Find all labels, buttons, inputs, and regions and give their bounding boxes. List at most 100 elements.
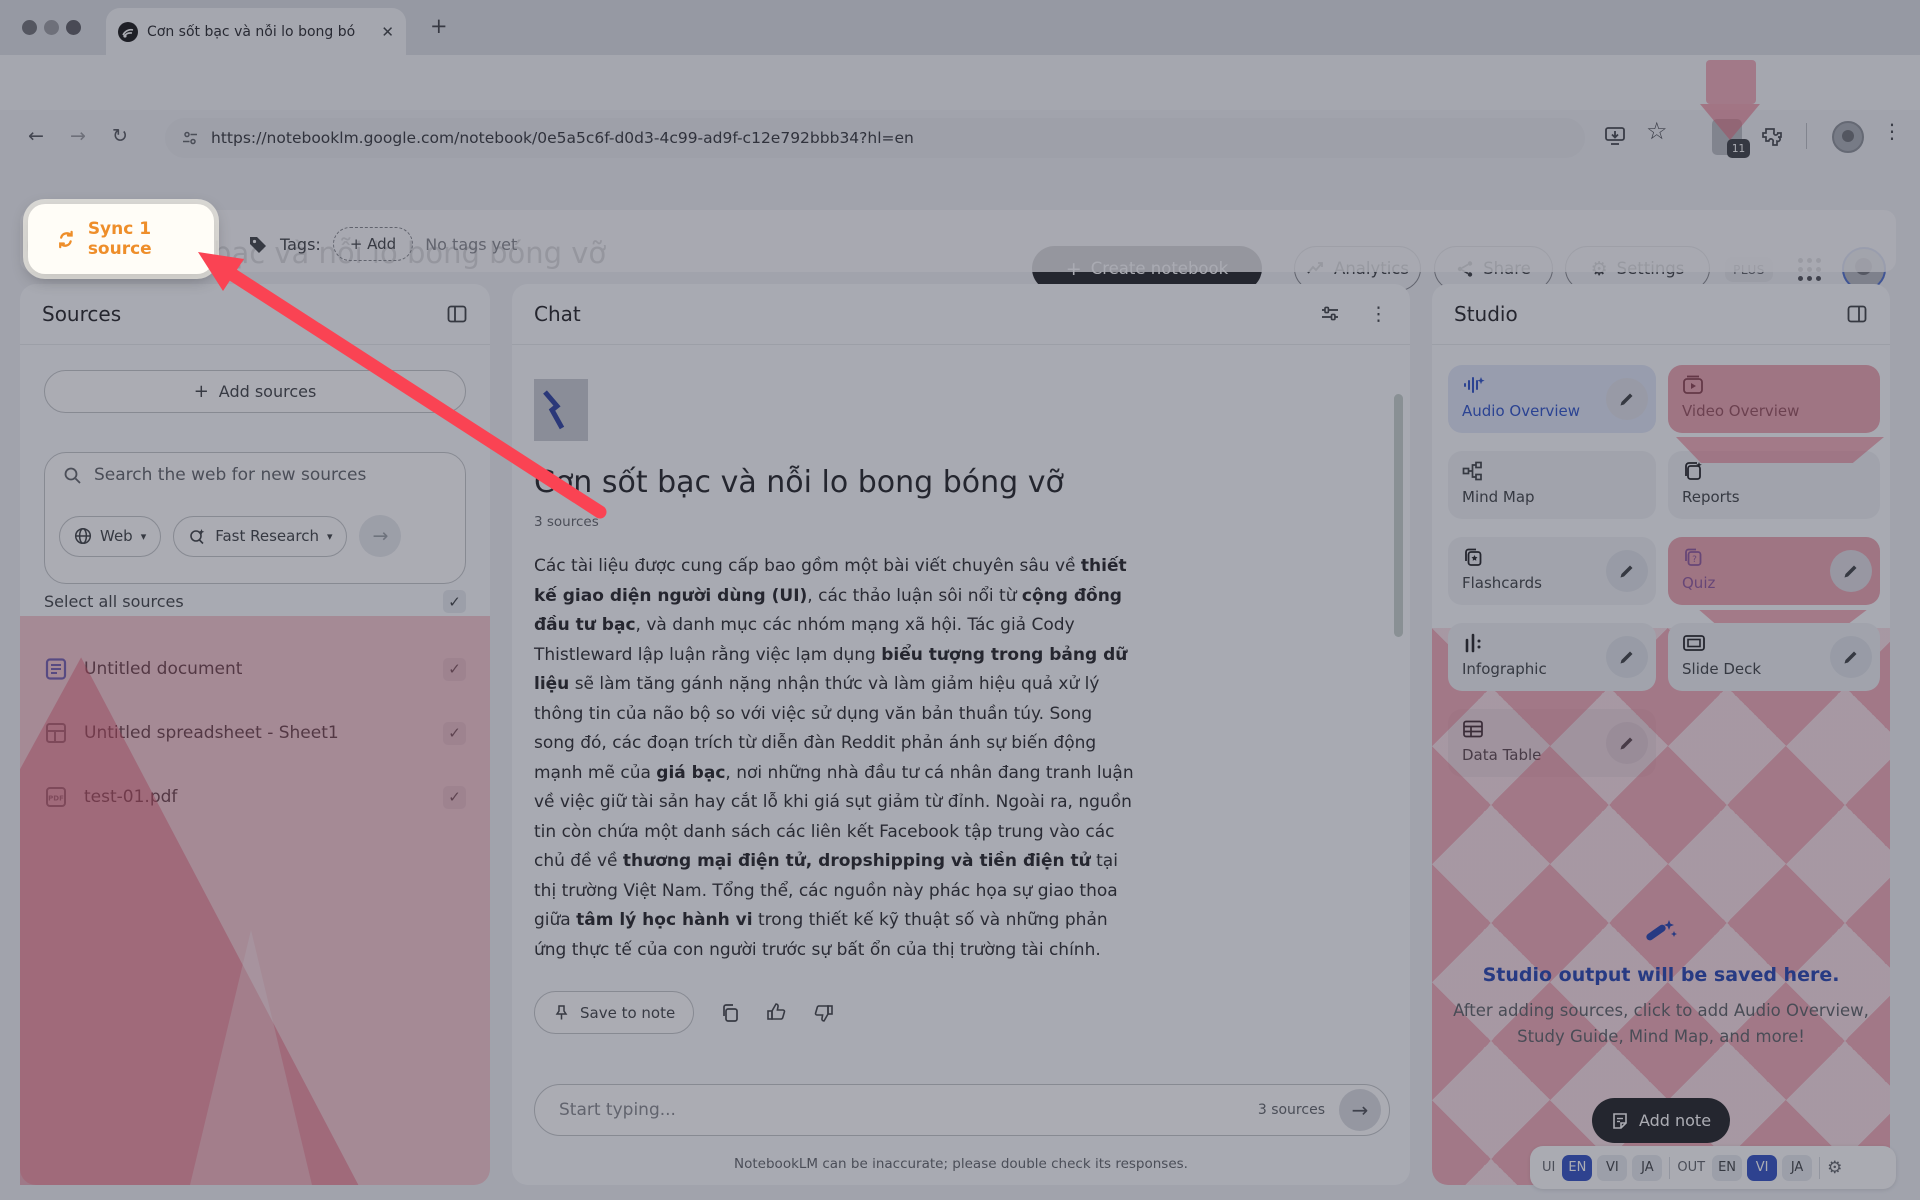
fast-research-icon (188, 527, 207, 546)
source-row[interactable]: Untitled document ✓ (44, 646, 466, 692)
tag-icon (248, 234, 268, 254)
note-source-count: 3 sources (534, 514, 1134, 530)
add-tag-button[interactable]: + Add (333, 227, 413, 261)
language-bar: UI ENVIJA OUT ENVIJA ⚙ (1530, 1146, 1896, 1189)
research-mode-dropdown[interactable]: Fast Research ▾ (173, 516, 347, 557)
source-name: Untitled spreadsheet - Sheet1 (84, 723, 339, 743)
source-checkbox[interactable]: ✓ (443, 722, 466, 745)
collapse-panel-icon[interactable] (446, 303, 468, 325)
lang-chip-vi[interactable]: VI (1597, 1155, 1627, 1181)
thumbs-up-icon[interactable] (766, 1002, 787, 1023)
web-filter-dropdown[interactable]: Web ▾ (59, 516, 161, 557)
sync-sources-button[interactable]: Sync 1 source (28, 204, 214, 274)
search-input[interactable] (94, 465, 424, 485)
annotation-pink-tile (1668, 365, 1880, 433)
studio-tile-flashcards[interactable]: Flashcards (1448, 537, 1656, 605)
chevron-down-icon: ▾ (141, 530, 147, 543)
chart-decreasing-emoji (534, 379, 588, 441)
edit-pencil-button[interactable] (1830, 636, 1872, 678)
langbar-gear-icon[interactable]: ⚙ (1827, 1158, 1842, 1178)
ui-lang-chips: ENVIJA (1562, 1155, 1662, 1181)
thumbs-down-icon[interactable] (813, 1002, 834, 1023)
send-button[interactable]: → (1339, 1089, 1381, 1131)
pdf-icon: PDF (44, 785, 68, 809)
edit-pencil-button[interactable] (1606, 378, 1648, 420)
new-tab-button[interactable]: + (430, 14, 448, 38)
studio-empty-line2: Study Guide, Mind Map, and more! (1432, 1024, 1890, 1050)
window-minimize-button[interactable] (44, 20, 59, 35)
studio-tile-data-table[interactable]: Data Table (1448, 709, 1656, 777)
magic-wand-icon (1641, 914, 1681, 954)
lang-chip-ja[interactable]: JA (1782, 1155, 1812, 1181)
edit-pencil-button[interactable] (1606, 550, 1648, 592)
browser-tabstrip: Cơn sốt bạc và nỗi lo bong bó ✕ + (0, 0, 1920, 55)
tags-toolbar: Tags: + Add No tags yet (20, 210, 1896, 272)
tags-label: Tags: (280, 235, 321, 254)
source-name: Untitled document (84, 659, 242, 679)
chat-settings-icon[interactable] (1319, 303, 1341, 325)
no-tags-text: No tags yet (425, 235, 517, 254)
browser-toolbar: ← → ↻ https://notebooklm.google.com/note… (0, 55, 1920, 110)
chat-title: Chat (534, 302, 581, 326)
app-header: Cơn sốt bạc và nỗi lo bong bóng vỡ + Cre… (0, 110, 1920, 202)
studio-tile-quiz[interactable]: ?Quiz (1668, 537, 1880, 605)
studio-tile-label: Reports (1682, 488, 1866, 506)
studio-tile-slide-deck[interactable]: Slide Deck (1668, 623, 1880, 691)
extension-badge: 11 (1727, 139, 1750, 158)
edit-pencil-button[interactable] (1606, 722, 1648, 764)
ui-lang-label: UI (1542, 1160, 1555, 1175)
lang-chip-en[interactable]: EN (1562, 1155, 1592, 1181)
spreadsheet-icon (44, 721, 68, 745)
studio-empty-line1: After adding sources, click to add Audio… (1432, 998, 1890, 1024)
svg-text:PDF: PDF (48, 795, 64, 803)
add-note-button[interactable]: Add note (1592, 1098, 1730, 1143)
sources-title: Sources (42, 302, 121, 326)
plus-icon: + (194, 381, 209, 402)
out-lang-chips: ENVIJA (1712, 1155, 1812, 1181)
web-search-card: Web ▾ Fast Research ▾ → (44, 452, 466, 584)
tab-close-icon[interactable]: ✕ (381, 23, 394, 41)
chat-input-bar: 3 sources → (534, 1084, 1390, 1136)
studio-title: Studio (1454, 302, 1518, 326)
chat-scrollbar[interactable] (1394, 394, 1403, 637)
edit-pencil-button[interactable] (1830, 550, 1872, 592)
search-submit-button[interactable]: → (359, 515, 401, 557)
source-row[interactable]: Untitled spreadsheet - Sheet1 ✓ (44, 710, 466, 756)
web-filter-label: Web (100, 527, 133, 545)
studio-tile-audio-overview[interactable]: Audio Overview (1448, 365, 1656, 433)
mindmap-icon (1462, 461, 1642, 481)
source-checkbox[interactable]: ✓ (443, 658, 466, 681)
select-all-label: Select all sources (44, 592, 184, 611)
save-to-note-button[interactable]: Save to note (534, 991, 694, 1034)
studio-tile-reports[interactable]: Reports (1668, 451, 1880, 519)
studio-empty-state: Studio output will be saved here. After … (1432, 914, 1890, 1050)
studio-tile-infographic[interactable]: Infographic (1448, 623, 1656, 691)
lang-chip-ja[interactable]: JA (1632, 1155, 1662, 1181)
chat-summary-text: Các tài liệu được cung cấp bao gồm một b… (534, 552, 1134, 965)
studio-tile-grid: Audio OverviewVideo Overview Mind Map Repo… (1448, 365, 1884, 777)
note-title: Cơn sốt bạc và nỗi lo bong bóng vỡ (534, 465, 1134, 500)
collapse-panel-icon[interactable] (1846, 303, 1868, 325)
browser-tab[interactable]: Cơn sốt bạc và nỗi lo bong bó ✕ (106, 8, 406, 55)
chat-input[interactable] (559, 1100, 1244, 1120)
chat-menu-icon[interactable]: ⋮ (1369, 303, 1388, 325)
select-all-checkbox[interactable]: ✓ (443, 590, 466, 613)
edit-pencil-button[interactable] (1606, 636, 1648, 678)
studio-tile-video-overview[interactable]: Video Overview (1668, 365, 1880, 433)
window-zoom-button[interactable] (66, 20, 81, 35)
studio-tile-mind-map[interactable]: Mind Map (1448, 451, 1656, 519)
langbar-divider (1819, 1157, 1820, 1179)
lang-chip-vi[interactable]: VI (1747, 1155, 1777, 1181)
pin-icon (553, 1004, 570, 1021)
add-note-label: Add note (1639, 1111, 1711, 1130)
copy-icon[interactable] (720, 1003, 740, 1023)
window-close-button[interactable] (22, 20, 37, 35)
chat-panel: Chat ⋮ Cơn sốt bạc và nỗi lo bong bóng v… (512, 284, 1410, 1185)
add-sources-button[interactable]: + Add sources (44, 370, 466, 413)
source-checkbox[interactable]: ✓ (443, 786, 466, 809)
source-row[interactable]: PDFtest-01.pdf✓ (44, 774, 466, 820)
save-to-note-label: Save to note (580, 1004, 675, 1022)
lang-chip-en[interactable]: EN (1712, 1155, 1742, 1181)
studio-tile-label: Mind Map (1462, 488, 1642, 506)
search-icon (63, 466, 82, 485)
